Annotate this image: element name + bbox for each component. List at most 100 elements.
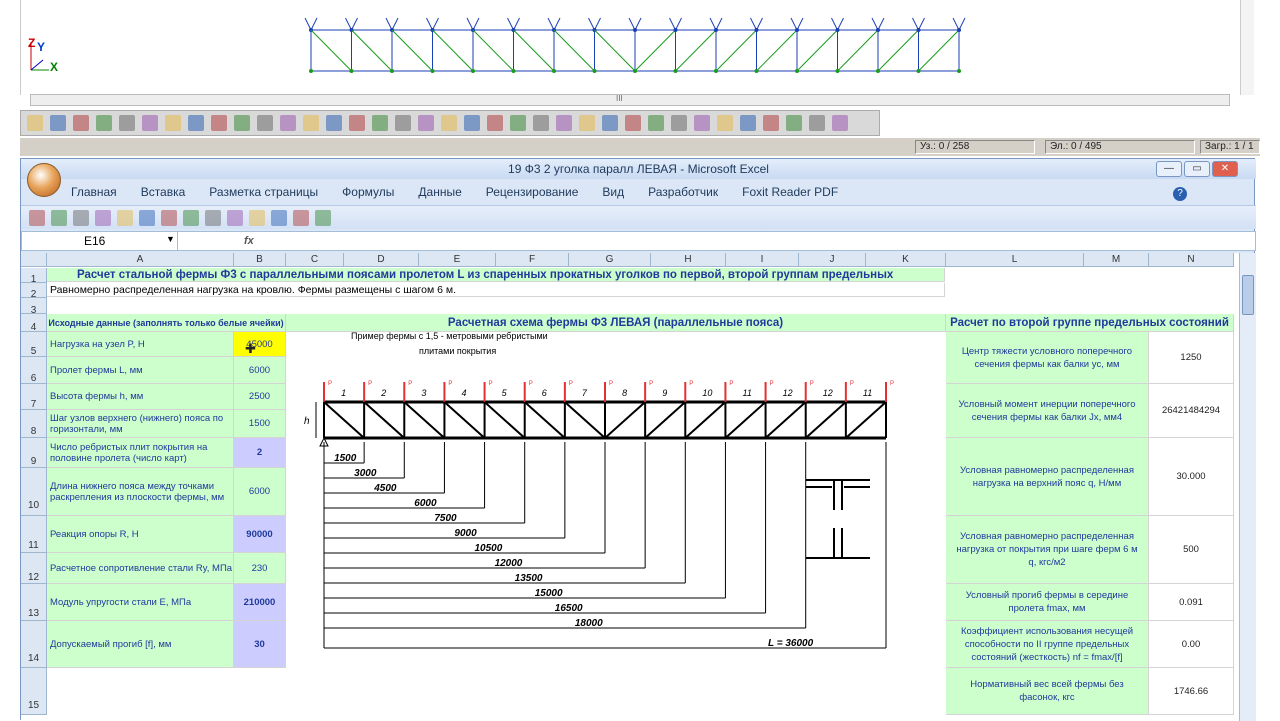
row-header[interactable]: 1 (21, 268, 47, 285)
cad-tool-icon[interactable] (418, 115, 434, 131)
cad-tool-icon[interactable] (809, 115, 825, 131)
column-header[interactable]: L (946, 253, 1084, 267)
input-label[interactable]: Модуль упругости стали E, МПа (47, 584, 234, 621)
cad-tool-icon[interactable] (510, 115, 526, 131)
cad-tool-icon[interactable] (73, 115, 89, 131)
cad-tool-icon[interactable] (832, 115, 848, 131)
result-value[interactable]: 1746.66 (1149, 668, 1234, 715)
cad-tool-icon[interactable] (533, 115, 549, 131)
quick-tool-icon[interactable] (139, 210, 155, 226)
input-value[interactable]: 2 (234, 438, 286, 468)
cad-tool-icon[interactable] (464, 115, 480, 131)
cad-tool-icon[interactable] (671, 115, 687, 131)
quick-tool-icon[interactable] (117, 210, 133, 226)
input-label[interactable]: Число ребристых плит покрытия на половин… (47, 438, 234, 468)
cad-vertical-scrollbar[interactable] (1240, 0, 1254, 95)
sheet-subtitle[interactable]: Равномерно распределенная нагрузка на кр… (47, 283, 945, 297)
input-label[interactable]: Пролет фермы L, мм (47, 357, 234, 384)
quick-tool-icon[interactable] (183, 210, 199, 226)
cad-tool-icon[interactable] (27, 115, 43, 131)
quick-tool-icon[interactable] (249, 210, 265, 226)
quick-tool-icon[interactable] (29, 210, 45, 226)
quick-tool-icon[interactable] (205, 210, 221, 226)
quick-tool-icon[interactable] (315, 210, 331, 226)
column-header[interactable]: J (799, 253, 866, 267)
tab-developer[interactable]: Разработчик (648, 185, 718, 199)
cad-tool-icon[interactable] (96, 115, 112, 131)
result-label[interactable]: Условная равномерно распределенная нагру… (946, 516, 1149, 584)
cad-tool-icon[interactable] (717, 115, 733, 131)
result-value[interactable]: 0.091 (1149, 584, 1234, 621)
result-label[interactable]: Условный момент инерции поперечного сече… (946, 384, 1149, 438)
cad-tool-icon[interactable] (395, 115, 411, 131)
tab-insert[interactable]: Вставка (141, 185, 186, 199)
input-value[interactable]: 210000 (234, 584, 286, 621)
input-value[interactable]: 230 (234, 553, 286, 584)
cad-tool-icon[interactable] (165, 115, 181, 131)
scheme-header[interactable]: Расчетная схема фермы Ф3 ЛЕВАЯ (параллел… (286, 314, 946, 332)
quick-tool-icon[interactable] (73, 210, 89, 226)
select-all-corner[interactable] (21, 253, 47, 267)
cad-tool-icon[interactable] (441, 115, 457, 131)
quick-tool-icon[interactable] (95, 210, 111, 226)
row-header[interactable]: 15 (21, 668, 47, 715)
input-label[interactable]: Расчетное сопротивление стали Ry, МПа (47, 553, 234, 584)
cad-tool-icon[interactable] (740, 115, 756, 131)
sheet-vertical-scrollbar[interactable] (1239, 253, 1256, 721)
cad-horizontal-scrollbar[interactable]: III (30, 94, 1230, 106)
tab-review[interactable]: Рецензирование (486, 185, 579, 199)
input-value[interactable]: 2500 (234, 384, 286, 410)
cad-tool-icon[interactable] (625, 115, 641, 131)
row-header[interactable]: 10 (21, 468, 47, 516)
tab-data[interactable]: Данные (418, 185, 461, 199)
cad-tool-icon[interactable] (602, 115, 618, 131)
result-label[interactable]: Коэффициент использования несущей способ… (946, 621, 1149, 668)
input-value[interactable]: 45000 (234, 332, 286, 357)
result-value[interactable]: 26421484294 (1149, 384, 1234, 438)
sheet-title[interactable]: Расчет стальной фермы Ф3 с параллельными… (47, 268, 945, 282)
row-header[interactable]: 13 (21, 584, 47, 621)
tab-home[interactable]: Главная (71, 185, 117, 199)
input-value[interactable]: 30 (234, 621, 286, 668)
cad-tool-icon[interactable] (579, 115, 595, 131)
cad-tool-icon[interactable] (211, 115, 227, 131)
minimize-button[interactable]: — (1156, 161, 1182, 177)
tab-view[interactable]: Вид (602, 185, 624, 199)
result-value[interactable]: 0.00 (1149, 621, 1234, 668)
office-button[interactable] (27, 163, 61, 197)
column-header[interactable]: K (866, 253, 946, 267)
cad-viewport[interactable] (20, 0, 1260, 95)
row-header[interactable]: 7 (21, 384, 47, 410)
fx-icon[interactable]: fx (244, 232, 254, 250)
row-header[interactable]: 2 (21, 283, 47, 300)
result-value[interactable]: 1250 (1149, 332, 1234, 384)
result-label[interactable]: Центр тяжести условного поперечного сече… (946, 332, 1149, 384)
tab-foxit[interactable]: Foxit Reader PDF (742, 185, 838, 199)
column-header[interactable]: G (569, 253, 651, 267)
input-label[interactable]: Длина нижнего пояса между точками раскре… (47, 468, 234, 516)
quick-tool-icon[interactable] (227, 210, 243, 226)
name-box[interactable]: E16 (22, 232, 178, 250)
scroll-grip[interactable]: III (616, 94, 623, 103)
column-header[interactable]: N (1149, 253, 1234, 267)
cad-tool-icon[interactable] (188, 115, 204, 131)
cad-tool-icon[interactable] (50, 115, 66, 131)
column-header[interactable]: D (344, 253, 419, 267)
result-value[interactable]: 30.000 (1149, 438, 1234, 516)
result-value[interactable]: 500 (1149, 516, 1234, 584)
input-label[interactable]: Реакция опоры R, Н (47, 516, 234, 553)
cad-tool-icon[interactable] (257, 115, 273, 131)
column-header[interactable]: B (234, 253, 286, 267)
column-header[interactable]: A (47, 253, 234, 267)
quick-tool-icon[interactable] (293, 210, 309, 226)
column-header[interactable]: F (496, 253, 569, 267)
inputs-header[interactable]: Исходные данные (заполнять только белые … (47, 314, 286, 332)
row-header[interactable]: 9 (21, 438, 47, 468)
input-label[interactable]: Высота фермы h, мм (47, 384, 234, 410)
spreadsheet-grid[interactable]: ABCDEFGHIJKLMN 1 2 3 4 5 6 7 8 9 10 11 12 13 14 15 Рас… (21, 253, 1239, 721)
tab-formulas[interactable]: Формулы (342, 185, 394, 199)
column-header[interactable]: C (286, 253, 344, 267)
row-header[interactable]: 11 (21, 516, 47, 553)
input-label[interactable]: Нагрузка на узел P, Н (47, 332, 234, 357)
close-button[interactable]: ✕ (1212, 161, 1238, 177)
